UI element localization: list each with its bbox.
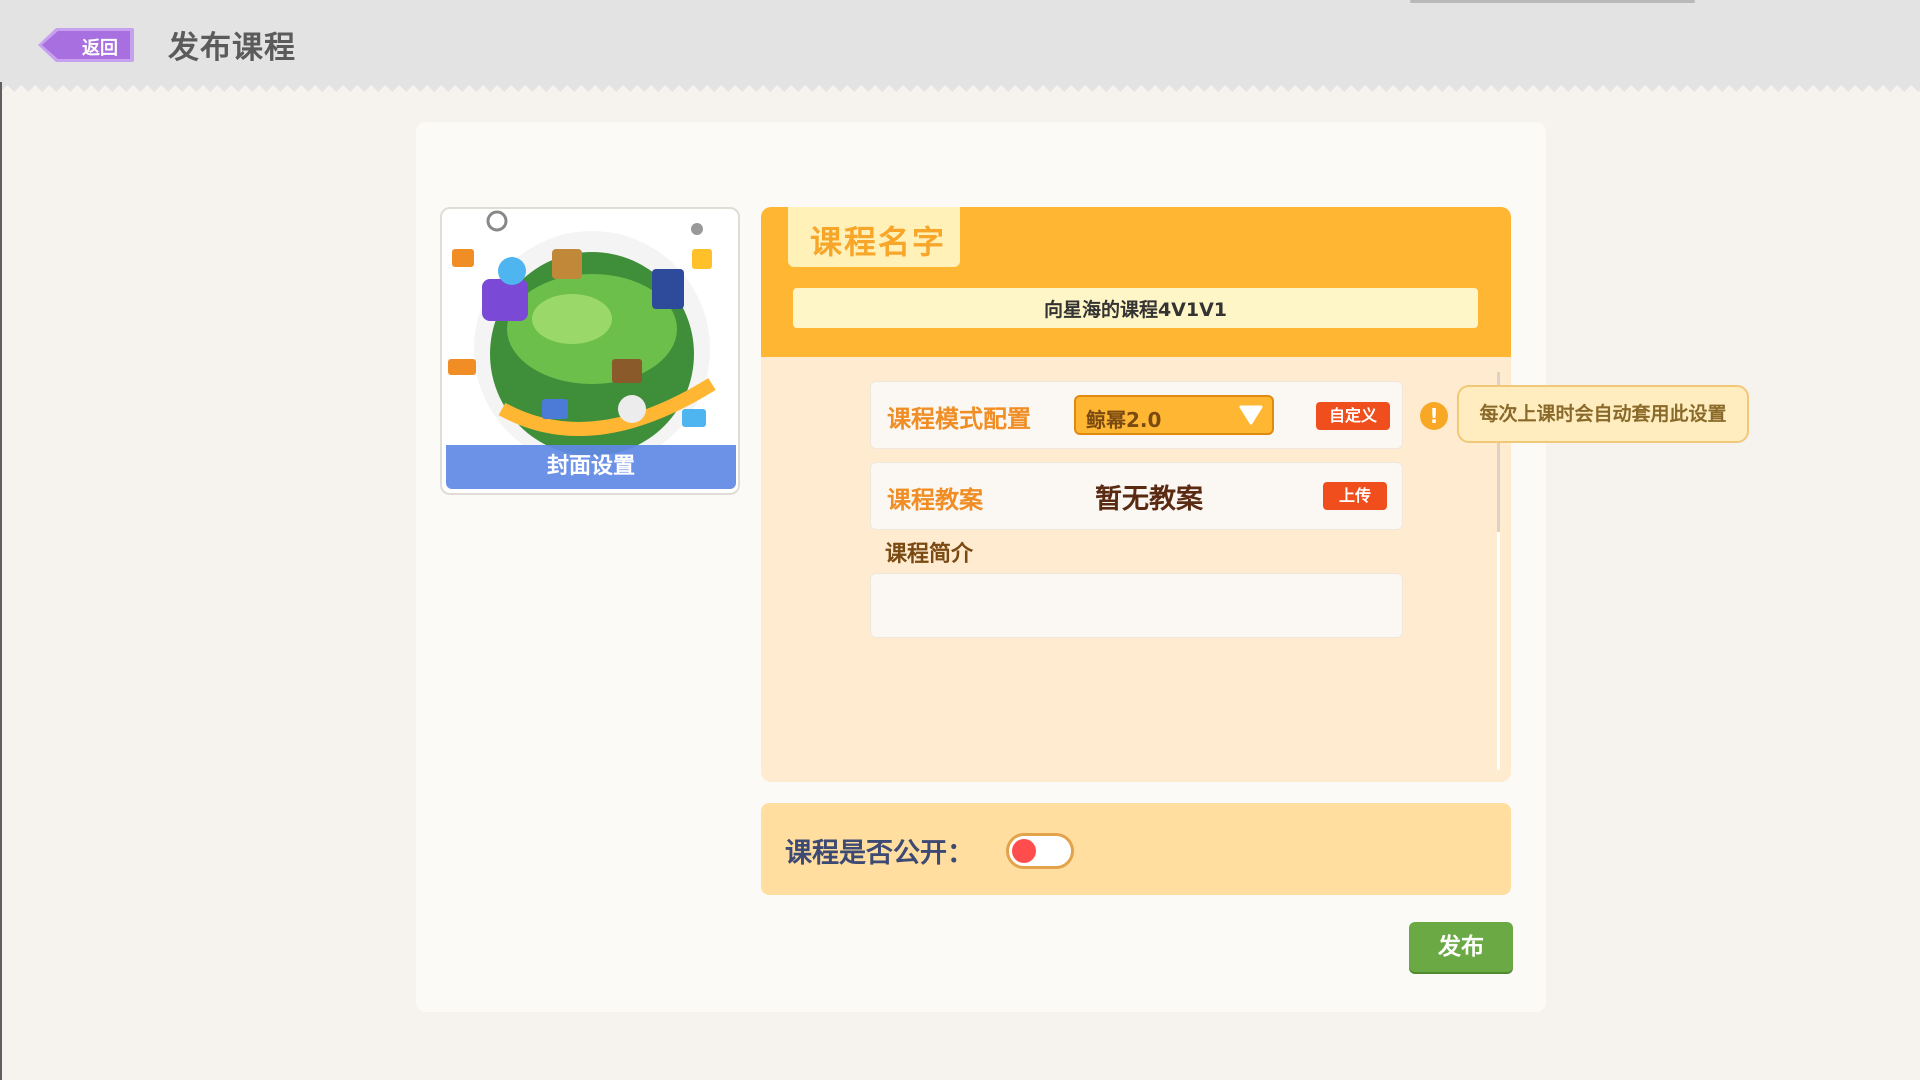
cover-image[interactable]: 封面设置 [440, 207, 740, 495]
back-button-label: 返回 [82, 38, 118, 59]
top-bar-zigzag-edge [0, 78, 1920, 92]
upload-plan-button[interactable]: 上传 [1323, 482, 1387, 510]
warning-icon[interactable]: ! [1420, 402, 1448, 430]
left-border [0, 82, 2, 1080]
mode-tooltip: 每次上课时会自动套用此设置 [1457, 385, 1749, 443]
course-name-input[interactable] [793, 288, 1478, 328]
mode-select[interactable]: 鲸幂2.0 [1074, 395, 1274, 435]
mode-select-value: 鲸幂2.0 [1086, 408, 1162, 432]
custom-mode-button[interactable]: 自定义 [1316, 402, 1390, 430]
toggle-knob [1012, 839, 1036, 863]
course-name-label: 课程名字 [810, 223, 947, 261]
lesson-plan-value: 暂无教案 [1095, 484, 1203, 515]
public-setting-label: 课程是否公开： [785, 838, 974, 869]
page-title: 发布课程 [168, 30, 296, 66]
course-intro-label: 课程简介 [885, 542, 974, 567]
back-button[interactable]: 返回 [36, 26, 136, 64]
mode-config-label: 课程模式配置 [887, 405, 1031, 433]
cover-settings-button[interactable]: 封面设置 [446, 445, 736, 489]
publish-button[interactable]: 发布 [1409, 922, 1513, 972]
lesson-plan-label: 课程教案 [887, 486, 983, 514]
public-toggle[interactable] [1006, 833, 1074, 869]
chevron-down-icon [1239, 405, 1263, 425]
course-name-tab: 课程名字 [788, 207, 960, 267]
top-decoration-bar [1410, 0, 1695, 3]
course-intro-input[interactable] [870, 573, 1403, 638]
